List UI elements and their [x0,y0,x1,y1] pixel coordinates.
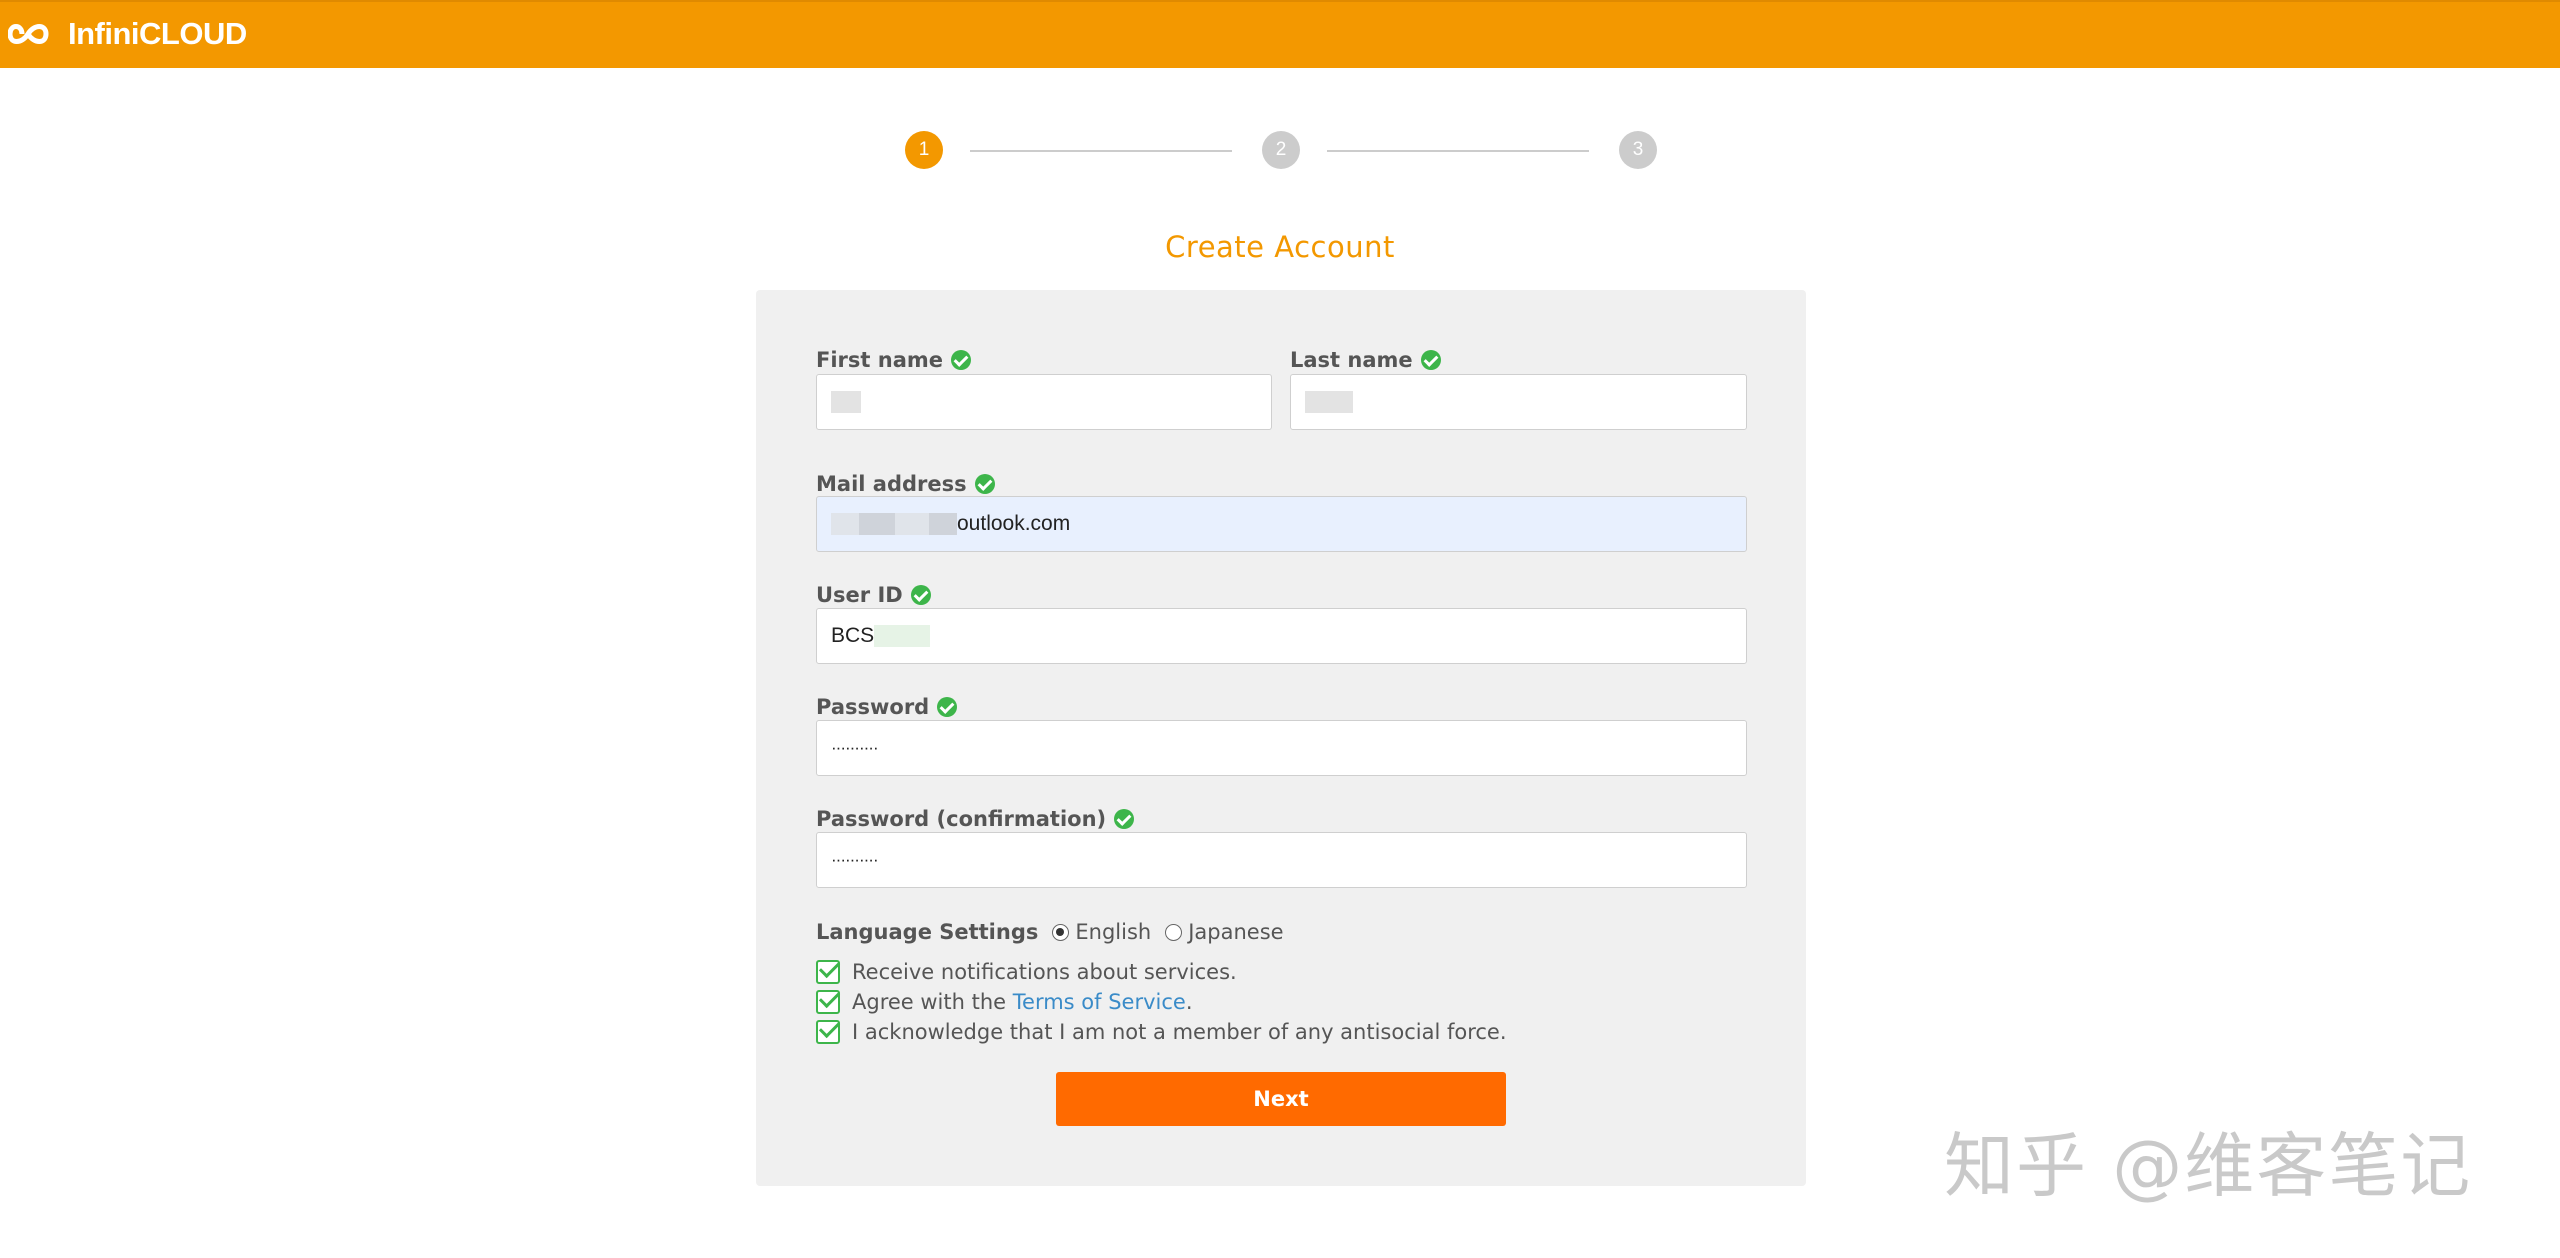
progress-stepper: 1 2 3 [905,131,1657,171]
redacted-text [1305,391,1353,413]
first-name-label: First name [816,348,971,372]
valid-check-icon [910,585,931,605]
valid-check-icon [1420,350,1441,370]
password-label: Password [816,695,958,719]
antisocial-label: I acknowledge that I am not a member of … [852,1020,1507,1044]
valid-check-icon [1114,809,1135,829]
brand-logo[interactable]: InfiniCLOUD [8,16,247,52]
redacted-text [831,391,861,413]
antisocial-checkbox[interactable] [816,1020,840,1044]
top-bar: InfiniCLOUD [0,0,2560,68]
language-settings: Language Settings English Japanese [816,920,1298,944]
password-mask: ·········· [831,738,879,757]
infinity-logo-icon [8,24,49,44]
terms-of-service-link[interactable]: Terms of Service [1013,990,1186,1014]
next-button[interactable]: Next [1056,1072,1506,1126]
signup-form-panel: First name Last name Mail address outloo… [756,290,1806,1186]
valid-check-icon [951,350,971,370]
redacted-text [874,625,931,647]
page-title: Create Account [1165,230,1395,264]
user-id-label: User ID [816,583,931,607]
mail-address-value: outlook.com [957,512,1071,535]
last-name-input[interactable] [1290,374,1747,430]
notifications-row: Receive notifications about services. [816,960,1237,984]
antisocial-row: I acknowledge that I am not a member of … [816,1020,1507,1044]
redacted-text [859,513,895,535]
user-id-value: BCS [831,624,875,647]
terms-label-prefix: Agree with the [852,990,1013,1014]
password-input[interactable]: ·········· [816,720,1747,776]
redacted-text [929,513,957,535]
user-id-input[interactable]: BCS [816,608,1747,664]
language-settings-label: Language Settings [816,920,1039,944]
redacted-text [831,513,859,535]
brand-name: InfiniCLOUD [68,16,247,51]
redacted-text [895,513,929,535]
terms-row: Agree with the Terms of Service . [816,990,1193,1014]
password-confirmation-input[interactable]: ·········· [816,832,1747,888]
valid-check-icon [937,697,958,717]
notifications-label: Receive notifications about services. [852,960,1237,984]
valid-check-icon [974,474,995,494]
step-1: 1 [905,131,943,169]
notifications-checkbox[interactable] [816,960,840,984]
password-confirmation-mask: ·········· [831,850,879,869]
radio-english[interactable] [1052,923,1070,941]
password-confirmation-label: Password (confirmation) [816,807,1135,831]
step-2: 2 [1262,131,1300,169]
mail-address-input[interactable]: outlook.com [816,496,1747,552]
terms-label-suffix: . [1185,990,1193,1014]
step-connector [1327,150,1589,152]
mail-address-label: Mail address [816,472,995,496]
terms-checkbox[interactable] [816,990,840,1014]
step-connector [970,150,1232,152]
radio-japanese[interactable] [1165,923,1183,941]
last-name-label: Last name [1290,348,1441,372]
radio-english-label[interactable]: English [1075,920,1151,944]
watermark-text: 知乎 @维客笔记 [1944,1125,2473,1207]
step-3: 3 [1619,131,1657,169]
first-name-input[interactable] [816,374,1272,430]
radio-japanese-label[interactable]: Japanese [1188,920,1283,944]
